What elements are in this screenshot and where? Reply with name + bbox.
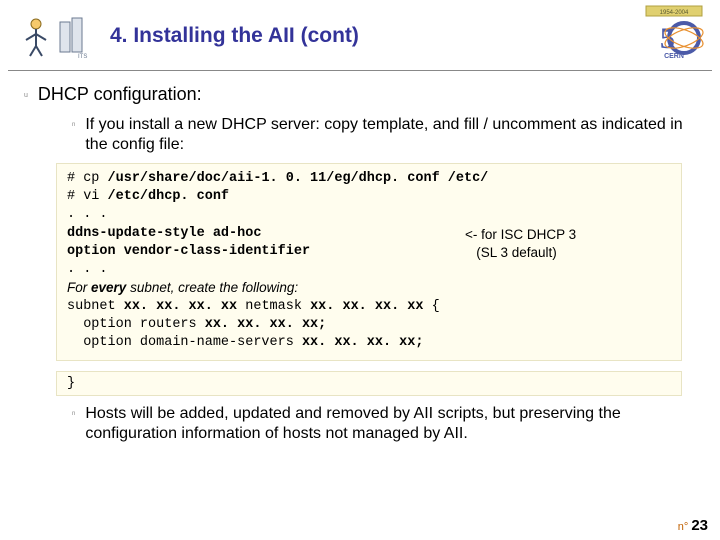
code-text: /etc/dhcp. conf xyxy=(108,189,230,204)
header: ITS 4. Installing the AII (cont) 1954-20… xyxy=(0,0,720,70)
bullet-square-icon: u xyxy=(24,92,28,99)
code-text: xx. xx. xx. xx xyxy=(310,299,423,314)
bullet-sub-icon: n xyxy=(72,122,75,128)
code-line: . . . xyxy=(67,206,671,224)
page-number: n° 23 xyxy=(678,517,708,534)
bullet-level1: u DHCP configuration: xyxy=(24,84,700,105)
code-line: subnet xx. xx. xx. xx netmask xx. xx. xx… xyxy=(67,298,671,316)
dhcp-config-heading: DHCP configuration: xyxy=(38,84,202,105)
code-text: netmask xyxy=(237,299,310,314)
annot-line: (SL 3 default) xyxy=(465,244,645,262)
code-line: option routers xx. xx. xx. xx; xyxy=(67,316,671,334)
code-text: every xyxy=(91,280,126,295)
code-text: xx. xx. xx. xx; xyxy=(205,317,327,332)
code-annotation: <- for ISC DHCP 3 (SL 3 default) xyxy=(465,226,645,261)
code-line: option domain-name-servers xx. xx. xx. x… xyxy=(67,334,671,352)
header-rule xyxy=(8,70,712,71)
cern-50-logo: 1954-2004 5 CERN xyxy=(640,4,706,60)
code-text: xx. xx. xx. xx; xyxy=(302,335,424,350)
svg-text:CERN: CERN xyxy=(664,53,684,60)
code-text: /usr/share/doc/aii-1. 0. 11/eg/dhcp. con… xyxy=(108,171,489,186)
code-text: For xyxy=(67,280,91,295)
code-text: xx. xx. xx. xx xyxy=(124,299,237,314)
slide: ITS 4. Installing the AII (cont) 1954-20… xyxy=(0,0,720,540)
annot-line: <- for ISC DHCP 3 xyxy=(465,226,645,244)
svg-text:1954-2004: 1954-2004 xyxy=(660,10,689,16)
page-value: 23 xyxy=(691,517,708,534)
hosts-note-text: Hosts will be added, updated and removed… xyxy=(85,404,690,444)
code-line: # vi /etc/dhcp. conf xyxy=(67,188,671,206)
slide-body: u DHCP configuration: n If you install a… xyxy=(24,84,700,452)
code-line: # cp /usr/share/doc/aii-1. 0. 11/eg/dhcp… xyxy=(67,170,671,188)
its-logo: ITS xyxy=(14,14,94,60)
code-close-brace: } xyxy=(56,371,682,396)
page-prefix: n° xyxy=(678,521,689,533)
bullet-sub-icon: n xyxy=(72,411,75,417)
code-line: . . . xyxy=(67,261,671,279)
code-text: subnet, create the following: xyxy=(126,280,298,295)
code-text: option domain-name-servers xyxy=(67,335,302,350)
bullet-level2: n If you install a new DHCP server: copy… xyxy=(72,115,690,155)
code-text: { xyxy=(423,299,439,314)
install-instruction-text: If you install a new DHCP server: copy t… xyxy=(85,115,690,155)
code-comment: For every subnet, create the following: xyxy=(67,279,671,297)
code-text: # vi xyxy=(67,189,108,204)
code-text: subnet xyxy=(67,299,124,314)
slide-title: 4. Installing the AII (cont) xyxy=(110,24,359,48)
svg-text:ITS: ITS xyxy=(78,54,87,60)
code-text: # cp xyxy=(67,171,108,186)
code-text: option routers xyxy=(67,317,205,332)
bullet-level2: n Hosts will be added, updated and remov… xyxy=(72,404,690,444)
code-block: # cp /usr/share/doc/aii-1. 0. 11/eg/dhcp… xyxy=(56,163,682,361)
